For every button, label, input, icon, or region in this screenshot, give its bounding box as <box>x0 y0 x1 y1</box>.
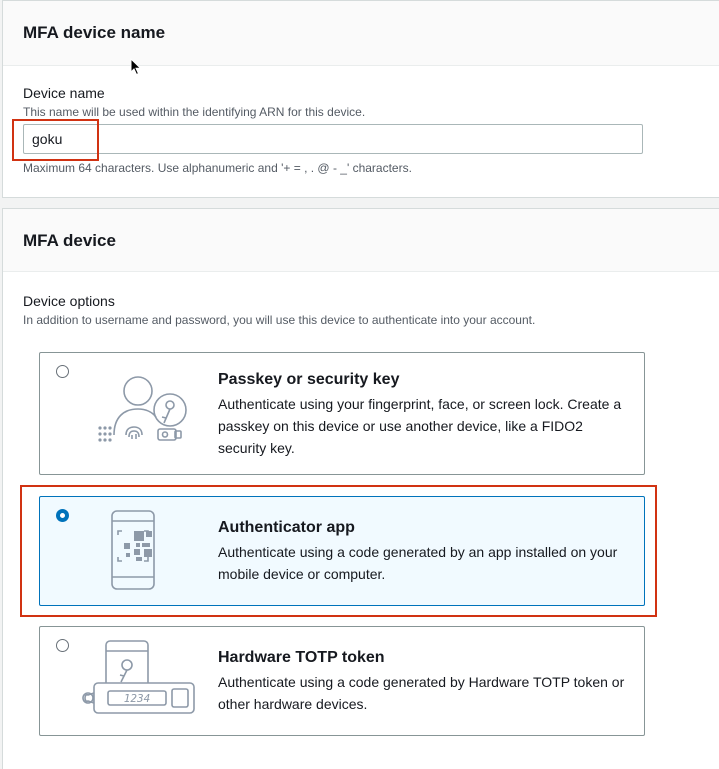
token-display-text: 1234 <box>124 692 151 705</box>
authenticator-app-title: Authenticator app <box>218 519 355 536</box>
passkey-radio[interactable] <box>56 365 69 378</box>
mfa-device-panel: MFA device Device options In addition to… <box>2 208 719 769</box>
mfa-device-panel-header: MFA device <box>3 209 719 272</box>
passkey-description: Authenticate using your fingerprint, fac… <box>218 396 622 456</box>
device-name-constraint: Maximum 64 characters. Use alphanumeric … <box>23 161 412 175</box>
hardware-token-icon: 1234 <box>82 640 195 714</box>
device-name-panel-title: MFA device name <box>23 23 166 42</box>
passkey-icon <box>98 376 187 442</box>
option-authenticator-app[interactable]: Authenticator app Authenticate using a c… <box>39 496 645 606</box>
mfa-device-panel-title: MFA device <box>23 231 116 250</box>
authenticator-app-icon <box>111 510 155 590</box>
device-name-help: This name will be used within the identi… <box>23 105 366 119</box>
option-hardware-totp[interactable]: 1234 Hardware TOTP token Authenticate us… <box>39 626 645 736</box>
mouse-cursor-icon <box>130 58 142 76</box>
option-passkey[interactable]: Passkey or security key Authenticate usi… <box>39 352 645 475</box>
hardware-totp-description: Authenticate using a code generated by H… <box>218 674 625 712</box>
device-options-label: Device options <box>23 293 115 309</box>
passkey-title: Passkey or security key <box>218 371 400 388</box>
authenticator-app-radio[interactable] <box>56 509 69 522</box>
device-name-panel-header: MFA device name <box>3 1 719 66</box>
hardware-totp-title: Hardware TOTP token <box>218 649 385 666</box>
device-options-help: In addition to username and password, yo… <box>23 313 536 327</box>
authenticator-app-description: Authenticate using a code generated by a… <box>218 544 618 582</box>
device-name-label: Device name <box>23 85 105 101</box>
device-name-panel: MFA device name Device name This name wi… <box>2 0 719 198</box>
hardware-totp-radio[interactable] <box>56 639 69 652</box>
device-name-input[interactable] <box>23 124 643 154</box>
